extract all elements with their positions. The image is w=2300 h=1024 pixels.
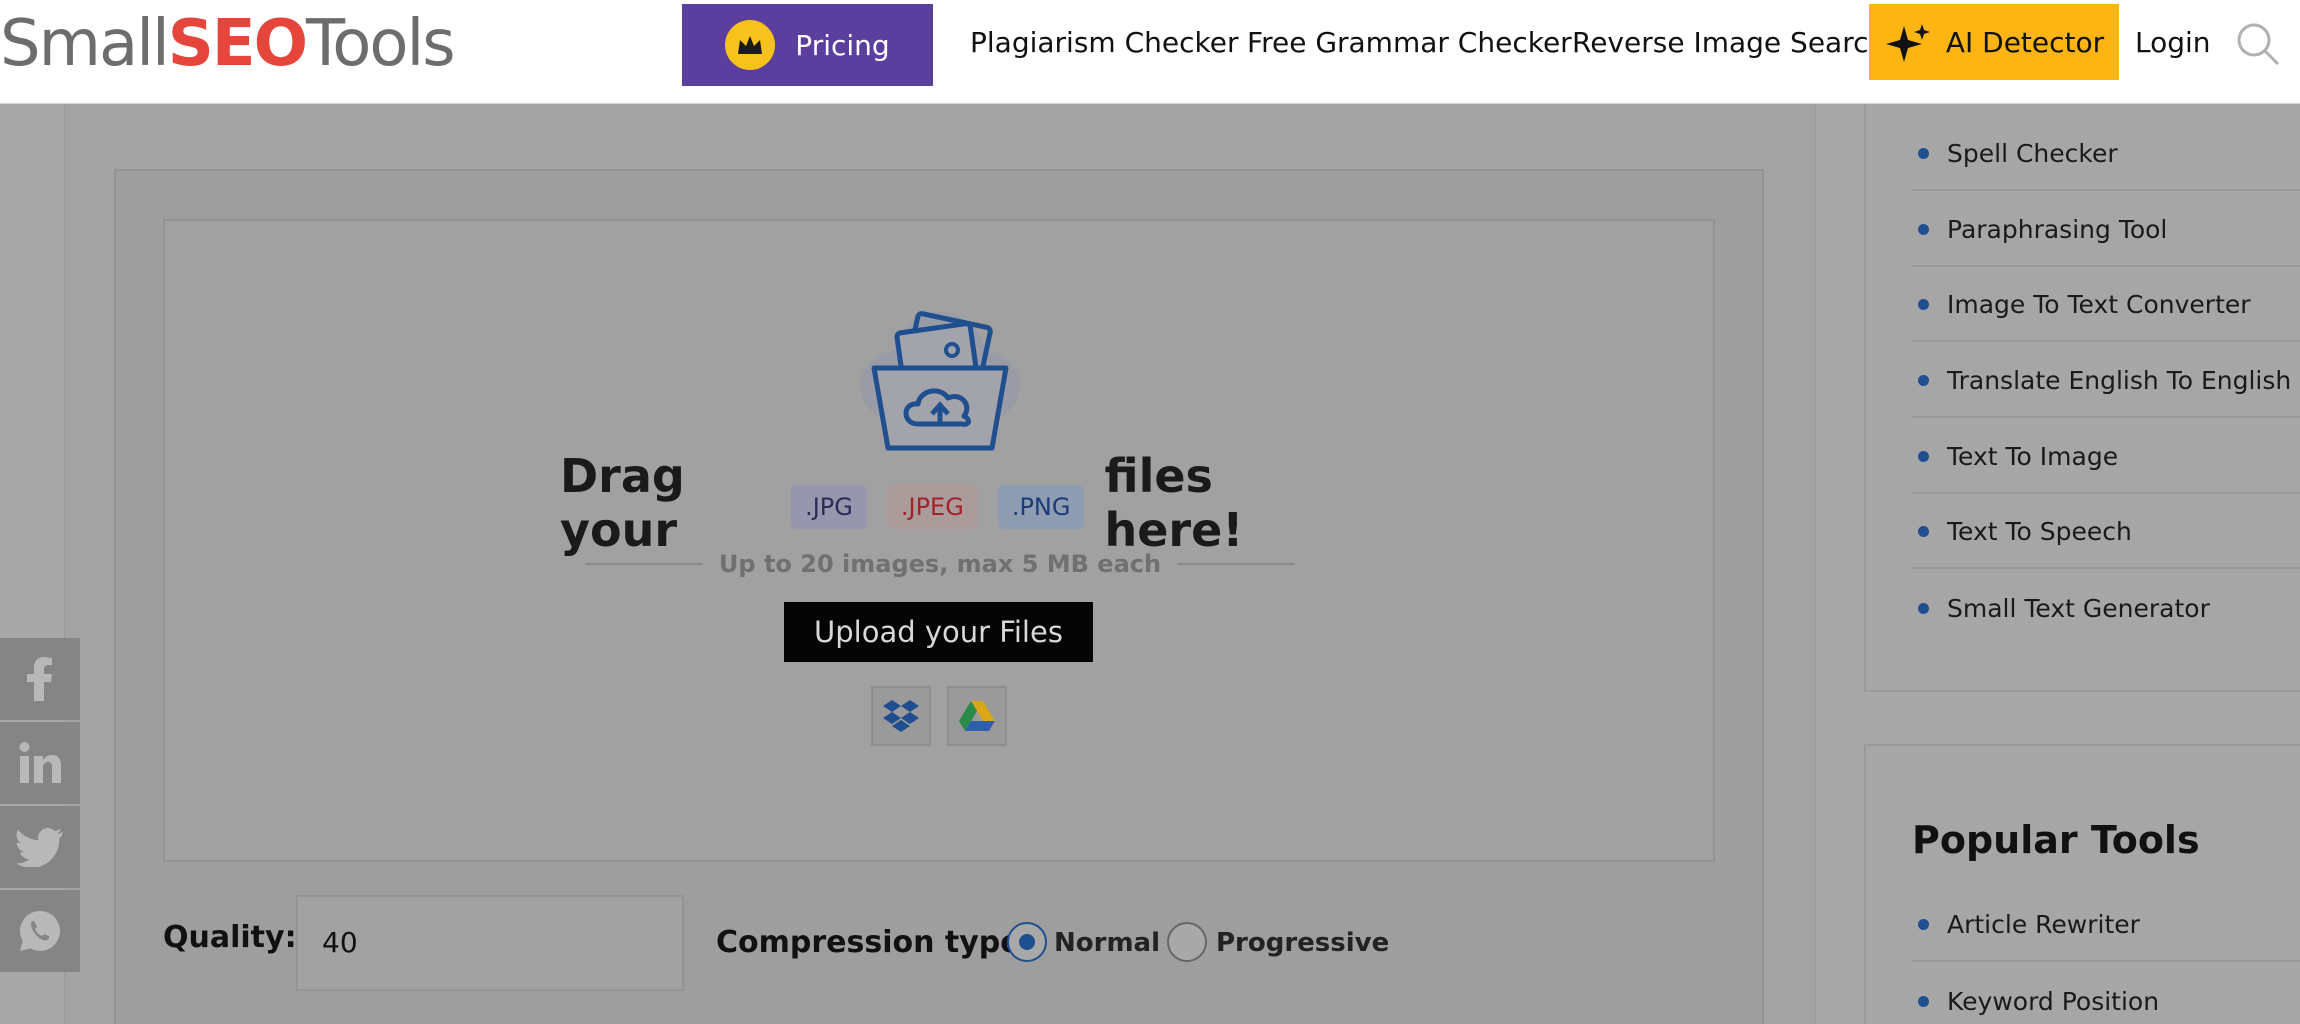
sidebar-item-spell-checker[interactable]: Spell Checker — [1912, 117, 2300, 191]
nav-plagiarism-checker[interactable]: Plagiarism Checker — [970, 22, 1238, 64]
radio-progressive[interactable] — [1167, 922, 1207, 962]
logo-tools: Tools — [305, 7, 456, 81]
share-whatsapp-button[interactable] — [0, 890, 80, 972]
linkedin-icon — [19, 742, 61, 783]
radio-normal-label[interactable]: Normal — [1054, 928, 1160, 958]
share-facebook-button[interactable] — [0, 638, 80, 720]
pricing-label: Pricing — [795, 28, 890, 62]
sidebar-item-translate[interactable]: Translate English To English — [1912, 344, 2300, 418]
sidebar-item-label: Text To Image — [1947, 441, 2119, 471]
sidebar-item-label: Paraphrasing Tool — [1947, 214, 2168, 244]
ai-detector-label: AI Detector — [1945, 25, 2105, 59]
drag-instructions: Drag your .JPG .JPEG .PNG files here! — [560, 449, 1320, 557]
drag-prefix: Drag your — [560, 449, 685, 557]
badge-jpg: .JPG — [791, 485, 867, 529]
ai-detector-button[interactable]: AI Detector — [1869, 4, 2119, 80]
whatsapp-icon — [20, 911, 60, 951]
sidebar-item-image-to-text[interactable]: Image To Text Converter — [1912, 268, 2300, 342]
bullet-dot — [1918, 450, 1929, 462]
upload-files-button[interactable]: Upload your Files — [784, 602, 1093, 662]
quality-input[interactable]: 40 — [296, 895, 684, 991]
dropbox-button[interactable] — [871, 686, 931, 746]
share-twitter-button[interactable] — [0, 806, 80, 888]
popular-item-keyword-position[interactable]: Keyword Position — [1912, 964, 2300, 1024]
sidebar-item-paraphrasing-tool[interactable]: Paraphrasing Tool — [1912, 193, 2300, 267]
sidebar-item-label: Small Text Generator — [1947, 593, 2210, 623]
sidebar-item-text-to-speech[interactable]: Text To Speech — [1912, 495, 2300, 569]
sidebar-item-text-to-image[interactable]: Text To Image — [1912, 420, 2300, 494]
bullet-dot — [1918, 374, 1929, 386]
nav-reverse-image-search[interactable]: Reverse Image Search — [1572, 22, 1886, 64]
divider-right — [1177, 563, 1295, 565]
crown-icon — [725, 20, 776, 70]
sidebar-item-label: Spell Checker — [1947, 138, 2118, 168]
facebook-icon — [27, 657, 52, 701]
sparkle-icon — [1885, 24, 1930, 62]
share-linkedin-button[interactable] — [0, 722, 80, 804]
logo-small: Small — [0, 7, 170, 81]
site-header: Small SEO Tools Pricing Plagiarism Check… — [0, 0, 2300, 104]
search-icon[interactable] — [2236, 22, 2280, 66]
sidebar-item-label: Text To Speech — [1947, 516, 2132, 546]
bullet-dot — [1918, 918, 1929, 930]
bullet-dot — [1918, 223, 1929, 235]
drag-suffix: files here! — [1104, 449, 1244, 557]
compression-type-label: Compression type: — [716, 925, 1033, 960]
upload-limits: Up to 20 images, max 5 MB each — [585, 548, 1295, 580]
sidebar-item-label: Image To Text Converter — [1947, 289, 2251, 319]
login-link[interactable]: Login — [2135, 22, 2211, 64]
radio-progressive-label[interactable]: Progressive — [1216, 928, 1389, 958]
popular-item-label: Article Rewriter — [1947, 909, 2140, 939]
bullet-dot — [1918, 298, 1929, 310]
google-drive-icon — [959, 701, 995, 731]
popular-item-label: Keyword Position — [1947, 986, 2160, 1016]
bullet-dot — [1918, 147, 1929, 159]
badge-png: .PNG — [997, 485, 1085, 529]
bullet-dot — [1918, 525, 1929, 537]
bullet-dot — [1918, 602, 1929, 614]
folder-upload-icon — [860, 311, 1020, 451]
sidebar-item-label: Translate English To English — [1947, 365, 2292, 395]
google-drive-button[interactable] — [947, 686, 1007, 746]
bullet-dot — [1918, 995, 1929, 1007]
nav-free-grammar-checker[interactable]: Free Grammar Checker — [1247, 22, 1572, 64]
sidebar-item-small-text-generator[interactable]: Small Text Generator — [1912, 571, 2300, 645]
upload-limits-text: Up to 20 images, max 5 MB each — [718, 550, 1162, 578]
site-logo[interactable]: Small SEO Tools — [0, 4, 456, 84]
badge-jpeg: .JPEG — [886, 485, 978, 529]
dropbox-icon — [883, 700, 919, 732]
pricing-button[interactable]: Pricing — [682, 4, 933, 86]
popular-item-article-rewriter[interactable]: Article Rewriter — [1912, 888, 2300, 962]
popular-tools-title: Popular Tools — [1912, 818, 2200, 862]
divider-left — [585, 563, 703, 565]
quality-label: Quality: — [163, 920, 297, 955]
radio-normal[interactable] — [1007, 922, 1047, 962]
twitter-icon — [16, 828, 63, 867]
logo-seo: SEO — [167, 7, 308, 81]
